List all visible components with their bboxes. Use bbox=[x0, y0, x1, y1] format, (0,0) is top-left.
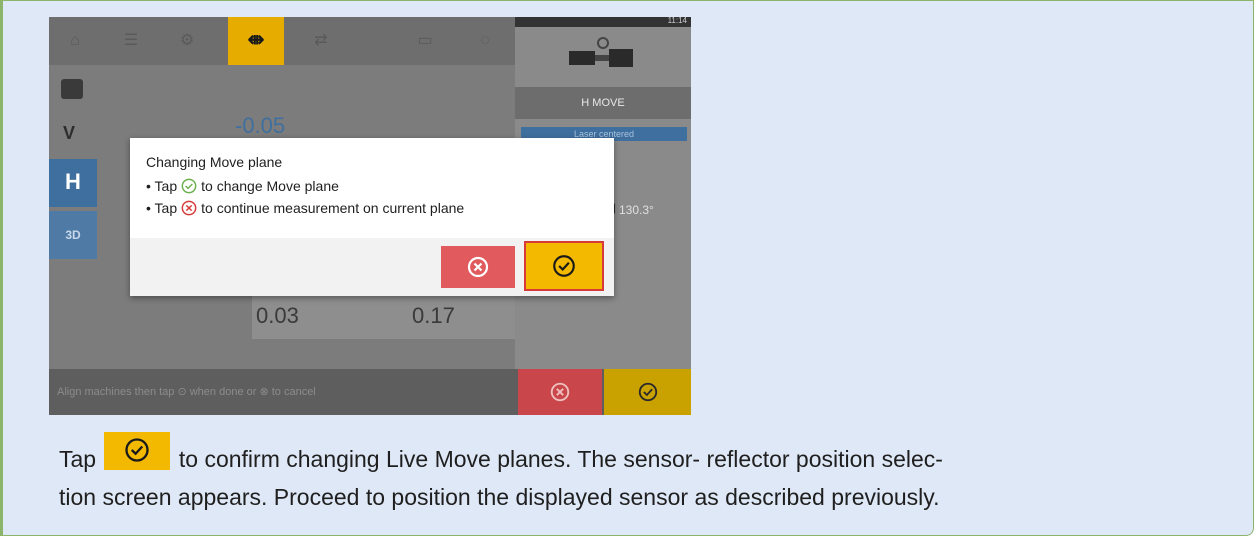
bottom-cancel-button[interactable] bbox=[518, 369, 602, 415]
status-clock: 11:14 bbox=[667, 17, 687, 25]
caption-line2: tion screen appears. Proceed to position… bbox=[59, 484, 940, 510]
line2-prefix: • Tap bbox=[146, 200, 178, 216]
line1-suffix: to change Move plane bbox=[201, 178, 339, 194]
inline-confirm-button bbox=[104, 432, 171, 470]
mode-title: H MOVE bbox=[515, 87, 691, 119]
dialog-cancel-button[interactable] bbox=[441, 246, 515, 288]
machine-icon: ⇼ bbox=[247, 29, 265, 51]
top-toolbar: ⌂ ☰ ⚙ ⇼ ⇄ ▭ ◌ bbox=[49, 17, 515, 65]
check-circle-icon bbox=[553, 255, 575, 277]
bottom-confirm-button[interactable] bbox=[604, 369, 691, 415]
dialog-line-2: • Tap to continue measurement on current… bbox=[146, 200, 464, 216]
readout-right: 0.17 bbox=[412, 303, 455, 328]
check-circle-icon bbox=[181, 178, 197, 194]
dialog-line-1: • Tap to change Move plane bbox=[146, 178, 339, 194]
check-circle-icon bbox=[125, 438, 150, 462]
dialog-title: Changing Move plane bbox=[146, 154, 283, 170]
nav-3d[interactable]: 3D bbox=[49, 211, 97, 259]
dialog-confirm-button[interactable] bbox=[524, 241, 604, 291]
line1-prefix: • Tap bbox=[146, 178, 178, 194]
note-callout: ⌂ ☰ ⚙ ⇼ ⇄ ▭ ◌ V H 3D -0.05 0.03 0.17 11:… bbox=[0, 0, 1254, 536]
bottom-bar: Align machines then tap ⊙ when done or ⊗… bbox=[49, 369, 691, 415]
machine-view-icon[interactable] bbox=[61, 79, 83, 99]
angle-readout: 130.3° bbox=[619, 203, 654, 217]
change-plane-dialog: Changing Move plane • Tap to change Move… bbox=[130, 138, 614, 296]
cancel-circle-icon bbox=[467, 256, 489, 278]
coupling-machine-icon bbox=[569, 37, 633, 67]
left-nav: V H 3D bbox=[49, 65, 97, 365]
check-circle-icon bbox=[638, 382, 657, 402]
top-value: -0.05 bbox=[235, 113, 286, 138]
machine-tab[interactable]: ⇼ bbox=[228, 17, 284, 65]
instruction-text: Tap to confirm changing Live Move planes… bbox=[59, 432, 1219, 514]
flip-icon[interactable]: ⇄ bbox=[311, 31, 331, 51]
nav-h[interactable]: H bbox=[49, 159, 97, 207]
settings-icon[interactable]: ⚙ bbox=[177, 31, 197, 51]
nav-v[interactable]: V bbox=[63, 123, 75, 144]
chat-icon[interactable]: ◌ bbox=[475, 31, 495, 51]
app-screenshot: ⌂ ☰ ⚙ ⇼ ⇄ ▭ ◌ V H 3D -0.05 0.03 0.17 11:… bbox=[49, 17, 691, 415]
line2-suffix: to continue measurement on current plane bbox=[201, 200, 465, 216]
caption-after: to confirm changing Live Move planes. Th… bbox=[178, 446, 943, 473]
dialog-footer bbox=[130, 238, 614, 296]
cancel-circle-icon bbox=[550, 382, 570, 402]
list-icon[interactable]: ☰ bbox=[121, 31, 141, 51]
readout-left: 0.03 bbox=[256, 303, 299, 328]
cancel-circle-icon bbox=[181, 200, 197, 216]
battery-icon: ▭ bbox=[417, 32, 433, 49]
caption-before: Tap bbox=[59, 446, 97, 473]
home-icon[interactable]: ⌂ bbox=[65, 31, 85, 51]
readout-box: 0.03 0.17 bbox=[252, 289, 516, 339]
bottom-hint: Align machines then tap ⊙ when done or ⊗… bbox=[57, 386, 316, 398]
status-bar: 11:14 bbox=[515, 17, 691, 27]
